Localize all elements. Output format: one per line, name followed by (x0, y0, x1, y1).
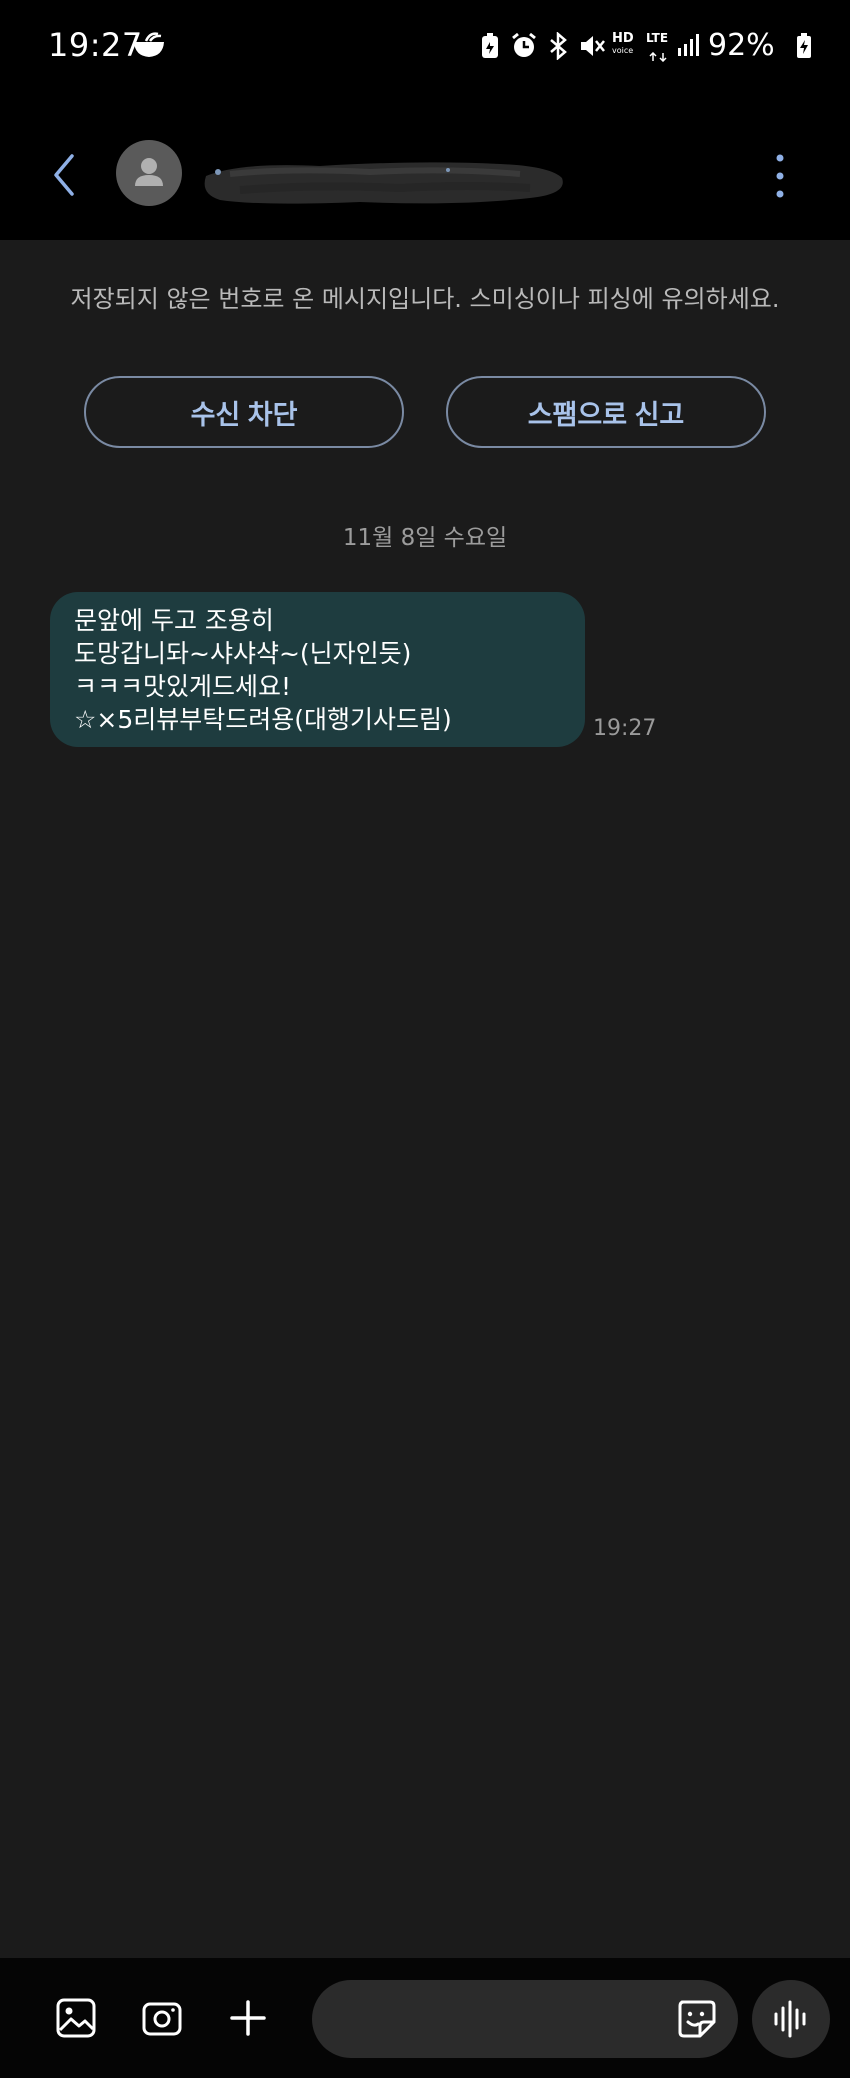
lte-label: LTE (646, 31, 669, 45)
status-time: 19:27 (48, 26, 143, 64)
battery-percent: 92% (708, 28, 775, 63)
attach-button[interactable] (226, 1996, 270, 2040)
plus-icon (230, 2000, 266, 2036)
status-icons: HD voice LTE 92% (480, 26, 812, 66)
message-input[interactable] (342, 2002, 672, 2036)
bluetooth-icon (546, 31, 570, 64)
message-line: ☆×5리뷰부탁드려용(대행기사드림) (74, 705, 452, 734)
incoming-message-bubble[interactable]: 문앞에 두고 조용히 도망갑니돠~샤샤샥~(닌자인듯) ㅋㅋㅋ맛있게드세요! ☆… (50, 592, 585, 747)
battery-charging-icon (796, 32, 812, 64)
data-arrows-icon (648, 47, 670, 66)
conversation-header (0, 90, 850, 240)
hd-voice-label: HD (612, 31, 634, 46)
status-bar: 19:27 HD voice LTE 92% (0, 0, 850, 90)
more-options-button[interactable] (770, 148, 790, 204)
sticker-button[interactable] (674, 1996, 718, 2040)
message-composer[interactable] (312, 1980, 738, 2058)
block-number-button[interactable]: 수신 차단 (84, 376, 404, 448)
more-vertical-icon (776, 154, 784, 198)
battery-saver-icon (480, 32, 500, 64)
mute-icon (578, 32, 606, 64)
message-line: 도망갑니돠~샤샤샥~(닌자인듯) (74, 639, 412, 668)
person-icon (135, 158, 163, 186)
alarm-icon (510, 32, 538, 64)
messages-screen: 19:27 HD voice LTE 92% 저장되지 않은 번호로 온 메시지… (0, 0, 850, 2078)
contact-name-redacted[interactable] (200, 154, 563, 204)
bowl-notification-icon (132, 30, 166, 64)
unsaved-number-warning: 저장되지 않은 번호로 온 메시지입니다. 스미싱이나 피싱에 유의하세요. (70, 285, 780, 313)
message-line: ㅋㅋㅋ맛있게드세요! (74, 672, 292, 701)
compose-bar (0, 1958, 850, 2078)
signal-icon (676, 32, 702, 62)
message-line: 문앞에 두고 조용히 (74, 606, 274, 635)
sticker-icon (678, 2000, 716, 2038)
date-separator: 11월 8일 수요일 (342, 525, 508, 551)
message-timestamp: 19:27 (593, 716, 657, 741)
camera-icon (142, 2002, 182, 2036)
image-icon (56, 1998, 96, 2038)
voice-wave-icon (774, 2000, 806, 2038)
report-spam-button[interactable]: 스팸으로 신고 (446, 376, 766, 448)
gallery-button[interactable] (54, 1996, 98, 2040)
back-button[interactable] (44, 150, 84, 200)
camera-button[interactable] (140, 1996, 184, 2040)
voice-record-button[interactable] (752, 1980, 830, 2058)
avatar[interactable] (116, 140, 182, 206)
hd-voice-sublabel: voice (612, 46, 634, 55)
back-arrow-icon (54, 154, 74, 196)
